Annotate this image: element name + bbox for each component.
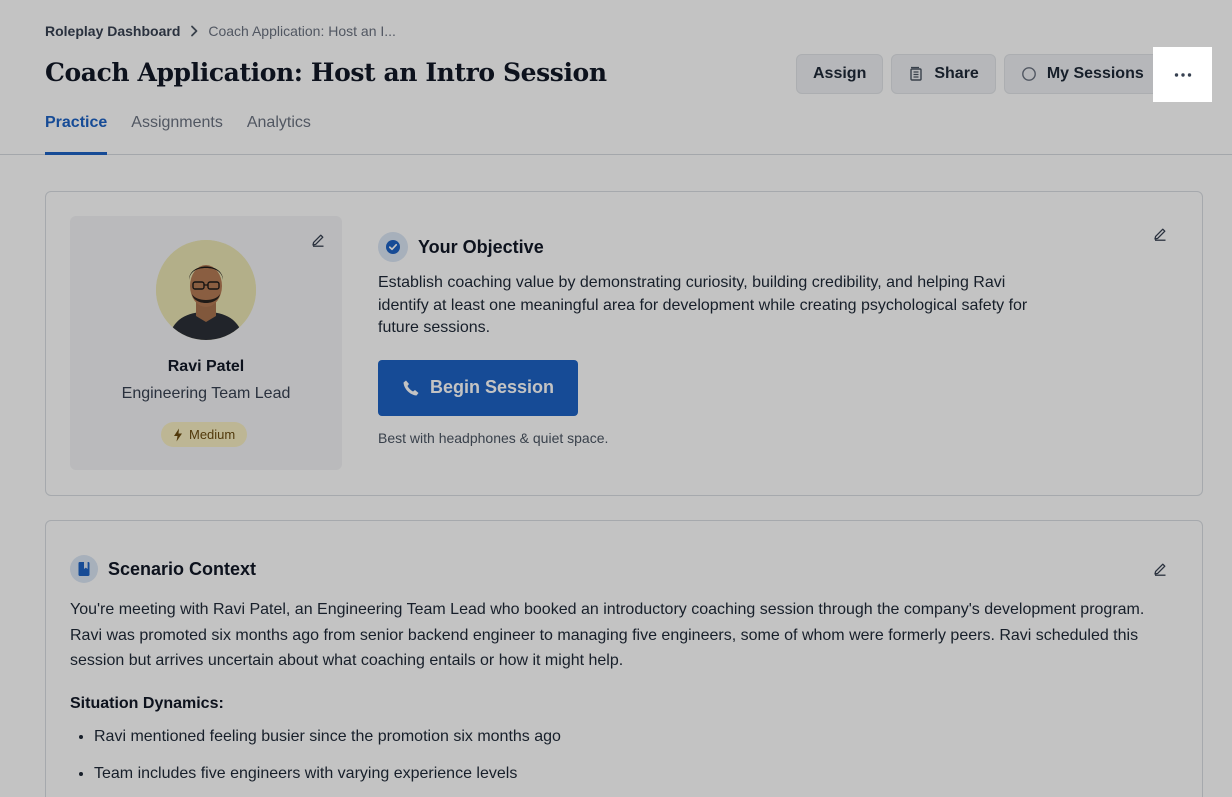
situation-dynamics-title: Situation Dynamics: — [70, 695, 224, 712]
breadcrumb: Roleplay Dashboard Coach Application: Ho… — [45, 23, 396, 39]
check-badge-icon — [378, 232, 408, 262]
page: Roleplay Dashboard Coach Application: Ho… — [0, 0, 1232, 797]
header: Roleplay Dashboard Coach Application: Ho… — [0, 0, 1232, 155]
phone-icon — [402, 379, 420, 397]
tab-bar: Practice Assignments Analytics — [45, 114, 311, 155]
tab-assignments[interactable]: Assignments — [131, 114, 223, 155]
persona-role: Engineering Team Lead — [121, 385, 291, 402]
share-button[interactable]: Share — [891, 54, 996, 94]
objective-text: Establish coaching value by demonstratin… — [378, 274, 1028, 336]
begin-session-label: Begin Session — [429, 377, 555, 397]
edit-objective-icon[interactable] — [1152, 226, 1168, 247]
chevron-right-icon — [190, 25, 198, 37]
persona-name: Ravi Patel — [167, 358, 245, 375]
circle-icon — [1021, 66, 1037, 82]
objective-card: Ravi Patel Engineering Team Lead Medium … — [45, 191, 1203, 496]
my-sessions-button[interactable]: My Sessions — [1003, 54, 1161, 94]
assign-button-label: Assign — [813, 65, 867, 82]
objective-section: Your Objective Establish coaching value … — [378, 232, 1058, 446]
more-options-button[interactable] — [1153, 47, 1212, 102]
edit-context-icon[interactable] — [1152, 561, 1168, 582]
bolt-icon — [173, 428, 183, 442]
session-hint: Best with headphones & quiet space. — [378, 429, 609, 446]
difficulty-badge: Medium — [161, 422, 248, 447]
header-actions: Assign Share My Sessions — [796, 54, 1161, 94]
page-title: Coach Application: Host an Intro Session — [45, 58, 607, 87]
context-header: Scenario Context — [70, 555, 256, 583]
context-body: You're meeting with Ravi Patel, an Engin… — [70, 601, 1145, 669]
begin-session-button[interactable]: Begin Session — [378, 359, 578, 416]
list-item: Ravi mentioned feeling busier since the … — [94, 726, 561, 763]
tab-practice[interactable]: Practice — [45, 114, 108, 155]
more-icon — [1174, 72, 1192, 77]
context-title: Scenario Context — [108, 558, 257, 579]
tab-analytics[interactable]: Analytics — [247, 114, 311, 155]
objective-title: Your Objective — [418, 236, 544, 257]
my-sessions-button-label: My Sessions — [1046, 65, 1144, 82]
difficulty-label: Medium — [189, 427, 236, 442]
assign-button[interactable]: Assign — [796, 54, 884, 94]
share-icon — [908, 66, 924, 82]
edit-persona-icon[interactable] — [310, 232, 326, 253]
objective-header: Your Objective — [378, 232, 1058, 262]
avatar — [156, 240, 256, 340]
situation-dynamics-list: Ravi mentioned feeling busier since the … — [94, 726, 561, 797]
scenario-context-card: Scenario Context You're meeting with Rav… — [45, 520, 1203, 797]
persona-panel: Ravi Patel Engineering Team Lead Medium — [70, 216, 342, 470]
breadcrumb-current: Coach Application: Host an I... — [208, 23, 396, 39]
breadcrumb-parent-link[interactable]: Roleplay Dashboard — [45, 23, 180, 39]
share-button-label: Share — [934, 65, 979, 82]
book-icon — [70, 555, 98, 583]
list-item: Team includes five engineers with varyin… — [94, 763, 561, 797]
